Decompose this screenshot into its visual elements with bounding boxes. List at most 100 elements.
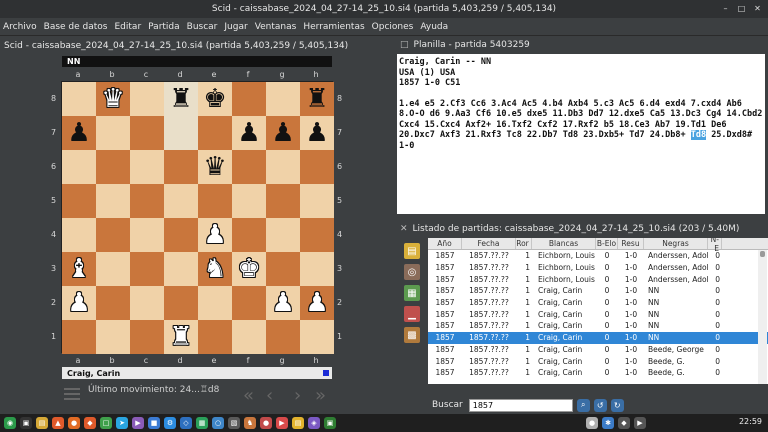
square-b6[interactable] [96, 150, 130, 184]
store-icon[interactable]: ▣ [324, 417, 336, 429]
table-row[interactable]: 1857 1857.??.?? 1 Craig, Carin 0 1-0 NN 0 [428, 308, 768, 320]
video-icon[interactable]: ▶ [276, 417, 288, 429]
column-black-elo[interactable]: N-E [708, 238, 722, 253]
square-c2[interactable] [130, 286, 164, 320]
column-year[interactable]: Año [428, 238, 462, 249]
square-g7[interactable]: ♟ [266, 116, 300, 150]
firefox-icon[interactable]: ● [68, 417, 80, 429]
vscode-icon[interactable]: ◇ [180, 417, 192, 429]
close-panel-icon[interactable]: □ [400, 40, 409, 50]
maximize-icon[interactable]: □ [735, 2, 748, 15]
square-g6[interactable] [266, 150, 300, 184]
white-king-icon[interactable]: ♚ [237, 256, 260, 282]
square-d6[interactable] [164, 150, 198, 184]
square-c7[interactable] [130, 116, 164, 150]
menu-ayuda[interactable]: Ayuda [420, 22, 448, 32]
square-g2[interactable]: ♟ [266, 286, 300, 320]
square-e6[interactable]: ♛ [198, 150, 232, 184]
hamburger-menu-icon[interactable] [64, 388, 80, 403]
black-pawn-icon[interactable]: ♟ [305, 120, 328, 146]
square-g1[interactable] [266, 320, 300, 354]
square-c8[interactable] [130, 82, 164, 116]
white-bishop-icon[interactable]: ♝ [67, 256, 90, 282]
square-b8[interactable]: ♛ [96, 82, 130, 116]
square-a5[interactable] [62, 184, 96, 218]
reset-filter-icon[interactable]: ↺ [593, 398, 607, 412]
black-queen-icon[interactable]: ♛ [203, 154, 226, 180]
square-d5[interactable] [164, 184, 198, 218]
white-pawn-icon[interactable]: ♟ [67, 290, 90, 316]
telegram-icon[interactable]: ➤ [116, 417, 128, 429]
white-pawn-icon[interactable]: ♟ [305, 290, 328, 316]
square-a4[interactable] [62, 218, 96, 252]
settings-icon[interactable]: ⚙ [164, 417, 176, 429]
menu-archivo[interactable]: Archivo [3, 22, 37, 32]
browser-icon[interactable]: ◆ [84, 417, 96, 429]
app-icon[interactable]: ● [260, 417, 272, 429]
spreadsheet-icon[interactable]: ▦ [196, 417, 208, 429]
square-b3[interactable] [96, 252, 130, 286]
table-icon[interactable]: ▦ [404, 285, 420, 301]
square-d1[interactable]: ♜ [164, 320, 198, 354]
square-e7[interactable] [198, 116, 232, 150]
column-round[interactable]: Ror [516, 238, 532, 249]
games-scrollbar[interactable] [758, 250, 767, 384]
system-tray-icon[interactable]: ● [586, 417, 598, 429]
app-launcher-icon[interactable]: ◉ [4, 417, 16, 429]
current-move[interactable]: Td8 [690, 130, 707, 140]
media-player-icon[interactable]: ▶ [132, 417, 144, 429]
table-row[interactable]: 1857 1857.??.?? 1 Eichborn, Louis 0 1-0 Anders… [428, 250, 768, 262]
square-h8[interactable]: ♜ [300, 82, 334, 116]
square-f3[interactable]: ♚ [232, 252, 266, 286]
square-h6[interactable] [300, 150, 334, 184]
next-move-icon[interactable]: › [294, 385, 301, 406]
square-a8[interactable] [62, 82, 96, 116]
square-b2[interactable] [96, 286, 130, 320]
search-input[interactable] [468, 398, 573, 412]
square-b4[interactable] [96, 218, 130, 252]
table-row[interactable]: 1857 1857.??.?? 1 Eichborn, Louis 0 1-0 Anders… [428, 273, 768, 285]
close-icon[interactable]: ✕ [751, 2, 764, 15]
terminal-icon[interactable]: ■ [148, 417, 160, 429]
column-black[interactable]: Negras [644, 238, 708, 249]
square-e4[interactable]: ♟ [198, 218, 232, 252]
square-f7[interactable]: ♟ [232, 116, 266, 150]
square-h3[interactable] [300, 252, 334, 286]
white-knight-icon[interactable]: ♞ [203, 256, 226, 282]
database-icon[interactable]: ▤ [404, 243, 420, 259]
table-row[interactable]: 1857 1857.??.?? 1 Craig, Carin 0 1-0 NN 0 [428, 320, 768, 332]
document-viewer-icon[interactable]: □ [100, 417, 112, 429]
table-row[interactable]: 1857 1857.??.?? 1 Craig, Carin 0 1-0 Beede, Ge… [428, 344, 768, 356]
white-queen-icon[interactable]: ♛ [101, 86, 124, 112]
table-row[interactable]: 1857 1857.??.?? 1 Craig, Carin 0 1-0 Beede, G.… [428, 367, 768, 379]
square-a6[interactable] [62, 150, 96, 184]
table-row[interactable]: 1857 1857.??.?? 1 Eichborn, Louis 0 1-0 Anders… [428, 262, 768, 274]
square-h5[interactable] [300, 184, 334, 218]
menu-ventanas[interactable]: Ventanas [255, 22, 297, 32]
square-b5[interactable] [96, 184, 130, 218]
black-king-icon[interactable]: ♚ [203, 86, 226, 112]
square-h7[interactable]: ♟ [300, 116, 334, 150]
square-d3[interactable] [164, 252, 198, 286]
close-games-panel-icon[interactable]: ✕ [400, 224, 408, 234]
minimize-icon[interactable]: – [719, 2, 732, 15]
square-b7[interactable] [96, 116, 130, 150]
scrollbar-thumb[interactable] [760, 251, 765, 257]
bluetooth-icon[interactable]: ✱ [602, 417, 614, 429]
board-icon[interactable]: ▩ [404, 327, 420, 343]
chat-icon[interactable]: ○ [212, 417, 224, 429]
square-c3[interactable] [130, 252, 164, 286]
calculator-icon[interactable]: ▧ [228, 417, 240, 429]
chess-board[interactable]: ♛ ♜ ♚ ♜ ♟ ♟ ♟ ♟ ♛ ♟ ♝ ♞ ♚ ♟ ♟ ♟ ♜ [61, 81, 334, 354]
black-pawn-icon[interactable]: ♟ [271, 120, 294, 146]
square-e2[interactable] [198, 286, 232, 320]
next-result-icon[interactable]: ↻ [610, 398, 624, 412]
square-h1[interactable] [300, 320, 334, 354]
square-f2[interactable] [232, 286, 266, 320]
notation-text[interactable]: Craig, Carin -- NN USA (1) USA 1857 1-0 … [397, 54, 765, 214]
square-g8[interactable] [266, 82, 300, 116]
editor-icon[interactable]: ◈ [308, 417, 320, 429]
black-pawn-icon[interactable]: ♟ [237, 120, 260, 146]
white-pawn-icon[interactable]: ♟ [203, 222, 226, 248]
square-f6[interactable] [232, 150, 266, 184]
